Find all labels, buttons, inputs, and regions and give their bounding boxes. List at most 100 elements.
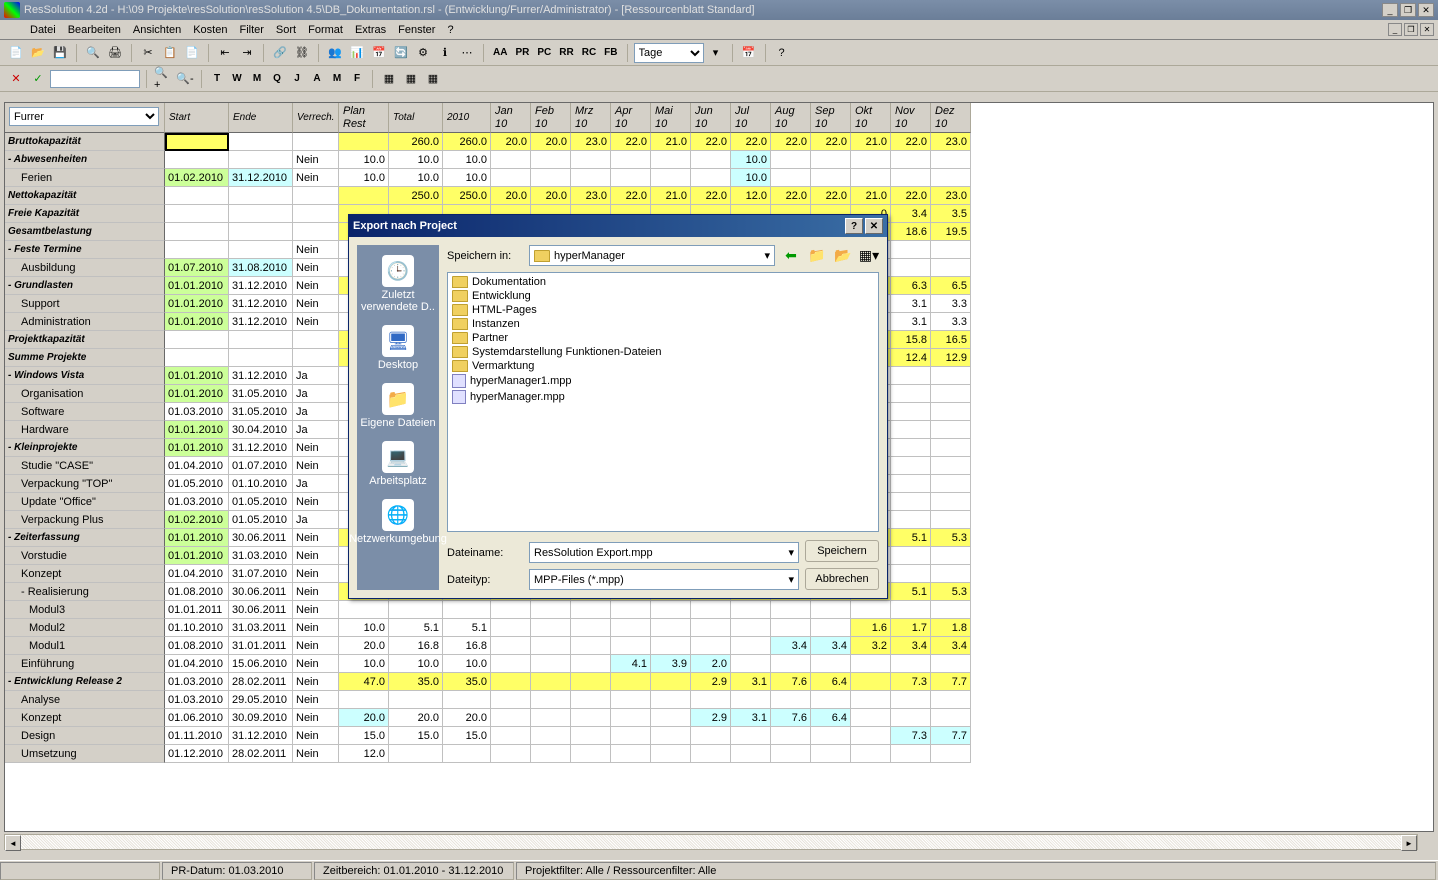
place-2[interactable]: 📁Eigene Dateien [357,377,439,435]
grid-cell[interactable] [931,745,971,763]
grid-cell[interactable] [165,241,229,259]
grid-cell[interactable]: 01.01.2010 [165,367,229,385]
column-header[interactable]: Mai10 [651,103,691,133]
grid-cell[interactable]: 15.06.2010 [229,655,293,673]
row-label[interactable]: Verpackung Plus [5,511,165,529]
grid-cell[interactable]: 01.01.2010 [165,313,229,331]
grid-cell[interactable] [229,205,293,223]
grid-cell[interactable] [571,637,611,655]
grid-cell[interactable]: 01.10.2010 [165,619,229,637]
grid-cell[interactable] [443,691,491,709]
grid-cell[interactable]: 22.0 [811,187,851,205]
grid-cell[interactable]: 21.0 [651,187,691,205]
grid-cell[interactable]: 01.01.2010 [165,529,229,547]
grid-cell[interactable] [851,727,891,745]
grid-cell[interactable] [811,655,851,673]
row-label[interactable]: - Kleinprojekte [5,439,165,457]
grid-cell[interactable] [165,331,229,349]
grid-cell[interactable] [491,151,531,169]
grid-cell[interactable] [339,187,389,205]
row-label[interactable]: Modul2 [5,619,165,637]
row-label[interactable]: - Entwicklung Release 2 [5,673,165,691]
grid-cell[interactable]: Nein [293,295,339,313]
row-label[interactable]: Organisation [5,385,165,403]
grid-cell[interactable]: 29.05.2010 [229,691,293,709]
nav-w-button[interactable]: W [228,69,246,89]
grid-cell[interactable] [851,601,891,619]
grid-cell[interactable] [891,169,931,187]
grid-cell[interactable] [931,493,971,511]
grid-cell[interactable] [293,133,339,151]
paste-button[interactable]: 📄 [182,43,202,63]
grid-cell[interactable]: 20.0 [389,709,443,727]
grid-cell[interactable]: 18.6 [891,223,931,241]
row-label[interactable]: Projektkapazität [5,331,165,349]
chart-button[interactable]: 📊 [347,43,367,63]
grid-cell[interactable] [651,691,691,709]
grid-cell[interactable] [651,673,691,691]
grid-cell[interactable] [491,601,531,619]
grid-cell[interactable]: 21.0 [851,187,891,205]
grid-cell[interactable] [891,403,931,421]
grid-cell[interactable] [571,601,611,619]
grid-cell[interactable] [571,727,611,745]
grid-cell[interactable] [531,745,571,763]
grid-cell[interactable]: 3.1 [891,295,931,313]
column-header[interactable]: Total [389,103,443,133]
grid-cell[interactable]: 3.2 [851,637,891,655]
grid-cell[interactable] [851,169,891,187]
column-header[interactable]: Okt10 [851,103,891,133]
grid-cell[interactable] [293,331,339,349]
grid-cell[interactable] [165,151,229,169]
grid-cell[interactable]: 31.01.2011 [229,637,293,655]
grid-cell[interactable] [891,691,931,709]
grid-cell[interactable] [691,151,731,169]
grid-cell[interactable] [931,259,971,277]
grid-cell[interactable] [651,169,691,187]
dropdown-button[interactable]: ▾ [706,43,726,63]
grid-cell[interactable]: 15.0 [443,727,491,745]
grid-cell[interactable] [165,205,229,223]
grid-cell[interactable]: 3.1 [891,313,931,331]
grid-cell[interactable] [293,205,339,223]
grid-cell[interactable]: 10.0 [389,655,443,673]
grid-cell[interactable] [891,475,931,493]
grid-cell[interactable] [491,619,531,637]
column-header[interactable]: PlanRest [339,103,389,133]
grid-cell[interactable]: 10.0 [339,169,389,187]
grid-cell[interactable]: 23.0 [931,187,971,205]
grid-cell[interactable]: Nein [293,709,339,727]
mdi-maximize-button[interactable]: ❐ [1404,23,1418,36]
open-button[interactable]: 📂 [28,43,48,63]
grid-cell[interactable] [611,637,651,655]
column-header[interactable]: Jan10 [491,103,531,133]
grid-cell[interactable]: 10.0 [339,655,389,673]
grid-cell[interactable]: Nein [293,745,339,763]
grid-cell[interactable] [611,601,651,619]
grid-cell[interactable]: 23.0 [571,133,611,151]
grid-cell[interactable] [571,673,611,691]
grid-cell[interactable] [931,691,971,709]
grid-cell[interactable]: 2.0 [691,655,731,673]
grid-cell[interactable]: 01.01.2010 [165,295,229,313]
grid-cell[interactable]: 01.08.2010 [165,583,229,601]
view-pr-button[interactable]: PR [512,43,532,63]
save-button[interactable]: 💾 [50,43,70,63]
nav-t-button[interactable]: T [208,69,226,89]
grid-cell[interactable] [851,151,891,169]
folder-item[interactable]: Entwicklung [450,289,876,303]
grid-cell[interactable]: Nein [293,313,339,331]
grid-cell[interactable]: 5.1 [891,529,931,547]
up-folder-icon[interactable]: 📁 [807,246,827,266]
column-header[interactable]: Jul10 [731,103,771,133]
grid-cell[interactable] [571,709,611,727]
grid-cell[interactable] [443,601,491,619]
grid-cell[interactable] [891,493,931,511]
grid-cell[interactable]: 22.0 [771,187,811,205]
grid-cell[interactable]: 5.1 [891,583,931,601]
goto-date-button[interactable]: 📅 [739,43,759,63]
grid-cell[interactable] [931,655,971,673]
grid-cell[interactable]: 1.6 [851,619,891,637]
grid-cell[interactable] [891,511,931,529]
new-button[interactable]: 📄 [6,43,26,63]
